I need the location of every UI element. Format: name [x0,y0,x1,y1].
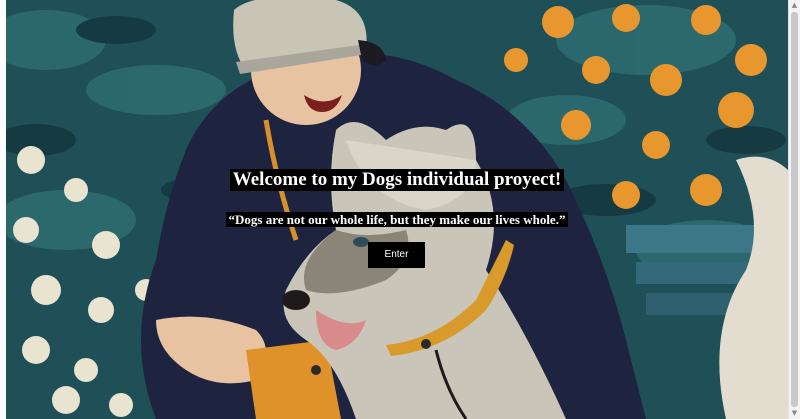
dog-quote: “Dogs are not our whole life, but they m… [6,211,788,229]
scroll-down-arrow-icon[interactable]: ▼ [791,410,798,417]
welcome-heading: Welcome to my Dogs individual proyect! [6,169,788,191]
scrollbar-thumb[interactable] [791,12,798,407]
hero-content: Welcome to my Dogs individual proyect! “… [6,0,788,419]
welcome-heading-text: Welcome to my Dogs individual proyect! [229,169,565,191]
landing-page: Welcome to my Dogs individual proyect! “… [0,0,800,419]
scroll-up-arrow-icon[interactable]: ▲ [791,2,798,9]
vertical-scrollbar[interactable]: ▲ ▼ [788,0,800,419]
dog-quote-text: “Dogs are not our whole life, but they m… [225,212,569,227]
enter-button[interactable]: Enter [368,242,425,268]
